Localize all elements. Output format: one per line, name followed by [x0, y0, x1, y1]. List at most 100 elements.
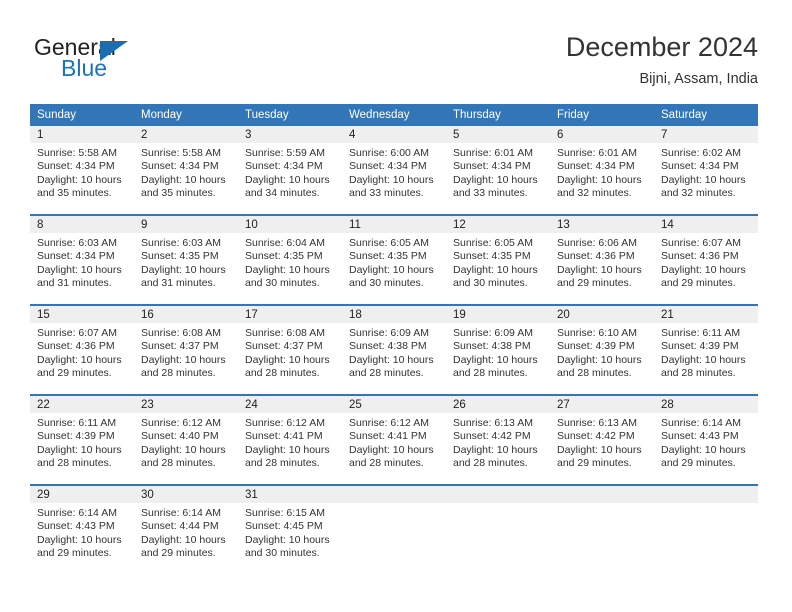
sunrise-text: Sunrise: 6:08 AM: [245, 327, 325, 339]
sunset-text: Sunset: 4:37 PM: [141, 340, 219, 353]
day-cell[interactable]: 26 Sunrise: 6:13 AM Sunset: 4:42 PM Dayl…: [446, 394, 550, 485]
sunrise-text: Sunrise: 6:14 AM: [141, 507, 221, 519]
sunset-text: Sunset: 4:34 PM: [661, 160, 739, 173]
sunrise-text: Sunrise: 6:01 AM: [557, 147, 637, 159]
day-cell[interactable]: 14 Sunrise: 6:07 AM Sunset: 4:36 PM Dayl…: [654, 214, 758, 305]
sunset-text: Sunset: 4:35 PM: [141, 250, 219, 263]
day-details: Sunrise: 6:06 AM Sunset: 4:36 PM Dayligh…: [550, 233, 654, 291]
day-details: Sunrise: 6:05 AM Sunset: 4:35 PM Dayligh…: [342, 233, 446, 291]
sunset-text: Sunset: 4:43 PM: [661, 430, 739, 443]
daylight-text-line2: and 30 minutes.: [453, 277, 528, 290]
day-cell[interactable]: 19 Sunrise: 6:09 AM Sunset: 4:38 PM Dayl…: [446, 304, 550, 395]
day-details: Sunrise: 6:15 AM Sunset: 4:45 PM Dayligh…: [238, 503, 342, 561]
day-cell[interactable]: 28 Sunrise: 6:14 AM Sunset: 4:43 PM Dayl…: [654, 394, 758, 485]
day-details: Sunrise: 6:07 AM Sunset: 4:36 PM Dayligh…: [30, 323, 134, 381]
calendar-week-row: 29 Sunrise: 6:14 AM Sunset: 4:43 PM Dayl…: [30, 484, 758, 574]
daylight-text-line2: and 28 minutes.: [453, 457, 528, 470]
daylight-text-line2: and 30 minutes.: [245, 547, 320, 560]
daylight-text-line2: and 33 minutes.: [349, 187, 424, 200]
day-cell[interactable]: 9 Sunrise: 6:03 AM Sunset: 4:35 PM Dayli…: [134, 214, 238, 305]
day-cell[interactable]: 29 Sunrise: 6:14 AM Sunset: 4:43 PM Dayl…: [30, 484, 134, 574]
day-number: 19: [446, 306, 550, 323]
weekday-header-monday: Monday: [134, 104, 238, 126]
day-cell[interactable]: 1 Sunrise: 5:58 AM Sunset: 4:34 PM Dayli…: [30, 126, 134, 215]
sunset-text: Sunset: 4:44 PM: [141, 520, 219, 533]
day-details: Sunrise: 6:02 AM Sunset: 4:34 PM Dayligh…: [654, 143, 758, 201]
weekday-header-sunday: Sunday: [30, 104, 134, 126]
daylight-text-line1: Daylight: 10 hours: [453, 443, 538, 456]
sunset-text: Sunset: 4:34 PM: [245, 160, 323, 173]
day-cell[interactable]: 7 Sunrise: 6:02 AM Sunset: 4:34 PM Dayli…: [654, 126, 758, 215]
daylight-text-line2: and 30 minutes.: [245, 277, 320, 290]
day-details: Sunrise: 6:01 AM Sunset: 4:34 PM Dayligh…: [550, 143, 654, 201]
day-cell[interactable]: 11 Sunrise: 6:05 AM Sunset: 4:35 PM Dayl…: [342, 214, 446, 305]
day-cell[interactable]: 25 Sunrise: 6:12 AM Sunset: 4:41 PM Dayl…: [342, 394, 446, 485]
day-number: [446, 486, 550, 503]
day-cell[interactable]: 6 Sunrise: 6:01 AM Sunset: 4:34 PM Dayli…: [550, 126, 654, 215]
day-cell[interactable]: 20 Sunrise: 6:10 AM Sunset: 4:39 PM Dayl…: [550, 304, 654, 395]
daylight-text-line2: and 29 minutes.: [141, 547, 216, 560]
sunset-text: Sunset: 4:45 PM: [245, 520, 323, 533]
sunset-text: Sunset: 4:39 PM: [37, 430, 115, 443]
sunrise-text: Sunrise: 6:01 AM: [453, 147, 533, 159]
day-cell[interactable]: 8 Sunrise: 6:03 AM Sunset: 4:34 PM Dayli…: [30, 214, 134, 305]
daylight-text-line1: Daylight: 10 hours: [349, 263, 434, 276]
daylight-text-line1: Daylight: 10 hours: [37, 443, 122, 456]
day-details: Sunrise: 6:05 AM Sunset: 4:35 PM Dayligh…: [446, 233, 550, 291]
day-cell[interactable]: 22 Sunrise: 6:11 AM Sunset: 4:39 PM Dayl…: [30, 394, 134, 485]
day-cell[interactable]: 27 Sunrise: 6:13 AM Sunset: 4:42 PM Dayl…: [550, 394, 654, 485]
day-cell[interactable]: 12 Sunrise: 6:05 AM Sunset: 4:35 PM Dayl…: [446, 214, 550, 305]
daylight-text-line2: and 28 minutes.: [453, 367, 528, 380]
day-details: Sunrise: 6:12 AM Sunset: 4:41 PM Dayligh…: [238, 413, 342, 471]
day-details: Sunrise: 6:14 AM Sunset: 4:43 PM Dayligh…: [654, 413, 758, 471]
day-number: 9: [134, 216, 238, 233]
sunset-text: Sunset: 4:35 PM: [453, 250, 531, 263]
day-cell[interactable]: 2 Sunrise: 5:58 AM Sunset: 4:34 PM Dayli…: [134, 126, 238, 215]
sunset-text: Sunset: 4:39 PM: [661, 340, 739, 353]
daylight-text-line1: Daylight: 10 hours: [661, 443, 746, 456]
day-cell-empty: [446, 484, 550, 574]
sunrise-text: Sunrise: 6:11 AM: [37, 417, 117, 429]
daylight-text-line1: Daylight: 10 hours: [661, 353, 746, 366]
daylight-text-line1: Daylight: 10 hours: [349, 443, 434, 456]
daylight-text-line1: Daylight: 10 hours: [245, 443, 330, 456]
day-cell[interactable]: 31 Sunrise: 6:15 AM Sunset: 4:45 PM Dayl…: [238, 484, 342, 574]
day-cell[interactable]: 21 Sunrise: 6:11 AM Sunset: 4:39 PM Dayl…: [654, 304, 758, 395]
sunset-text: Sunset: 4:34 PM: [37, 250, 115, 263]
sunset-text: Sunset: 4:34 PM: [37, 160, 115, 173]
daylight-text-line1: Daylight: 10 hours: [245, 173, 330, 186]
sunrise-text: Sunrise: 6:12 AM: [141, 417, 221, 429]
day-cell[interactable]: 4 Sunrise: 6:00 AM Sunset: 4:34 PM Dayli…: [342, 126, 446, 215]
day-cell[interactable]: 10 Sunrise: 6:04 AM Sunset: 4:35 PM Dayl…: [238, 214, 342, 305]
daylight-text-line1: Daylight: 10 hours: [661, 173, 746, 186]
daylight-text-line2: and 31 minutes.: [37, 277, 112, 290]
page-header: General Blue December 2024 Bijni, Assam,…: [0, 0, 792, 100]
day-cell[interactable]: 15 Sunrise: 6:07 AM Sunset: 4:36 PM Dayl…: [30, 304, 134, 395]
calendar-week-row: 1 Sunrise: 5:58 AM Sunset: 4:34 PM Dayli…: [30, 126, 758, 215]
calendar-page: General Blue December 2024 Bijni, Assam,…: [0, 0, 792, 612]
daylight-text-line1: Daylight: 10 hours: [245, 533, 330, 546]
day-cell[interactable]: 23 Sunrise: 6:12 AM Sunset: 4:40 PM Dayl…: [134, 394, 238, 485]
calendar-body: 1 Sunrise: 5:58 AM Sunset: 4:34 PM Dayli…: [30, 126, 758, 574]
day-cell[interactable]: 24 Sunrise: 6:12 AM Sunset: 4:41 PM Dayl…: [238, 394, 342, 485]
day-cell[interactable]: 17 Sunrise: 6:08 AM Sunset: 4:37 PM Dayl…: [238, 304, 342, 395]
day-cell[interactable]: 5 Sunrise: 6:01 AM Sunset: 4:34 PM Dayli…: [446, 126, 550, 215]
sunrise-text: Sunrise: 6:08 AM: [141, 327, 221, 339]
sunset-text: Sunset: 4:41 PM: [349, 430, 427, 443]
sunset-text: Sunset: 4:42 PM: [557, 430, 635, 443]
calendar-week-row: 8 Sunrise: 6:03 AM Sunset: 4:34 PM Dayli…: [30, 214, 758, 305]
day-cell[interactable]: 13 Sunrise: 6:06 AM Sunset: 4:36 PM Dayl…: [550, 214, 654, 305]
sunset-text: Sunset: 4:34 PM: [141, 160, 219, 173]
sunset-text: Sunset: 4:34 PM: [557, 160, 635, 173]
day-cell[interactable]: 30 Sunrise: 6:14 AM Sunset: 4:44 PM Dayl…: [134, 484, 238, 574]
day-cell[interactable]: 16 Sunrise: 6:08 AM Sunset: 4:37 PM Dayl…: [134, 304, 238, 395]
day-cell[interactable]: 3 Sunrise: 5:59 AM Sunset: 4:34 PM Dayli…: [238, 126, 342, 215]
day-number: 7: [654, 126, 758, 143]
daylight-text-line2: and 28 minutes.: [141, 457, 216, 470]
daylight-text-line2: and 33 minutes.: [453, 187, 528, 200]
day-details: Sunrise: 6:11 AM Sunset: 4:39 PM Dayligh…: [654, 323, 758, 381]
day-cell[interactable]: 18 Sunrise: 6:09 AM Sunset: 4:38 PM Dayl…: [342, 304, 446, 395]
sunrise-text: Sunrise: 6:07 AM: [661, 237, 741, 249]
sunrise-sunset-calendar-table: Sunday Monday Tuesday Wednesday Thursday…: [30, 104, 758, 574]
day-number: 28: [654, 396, 758, 413]
